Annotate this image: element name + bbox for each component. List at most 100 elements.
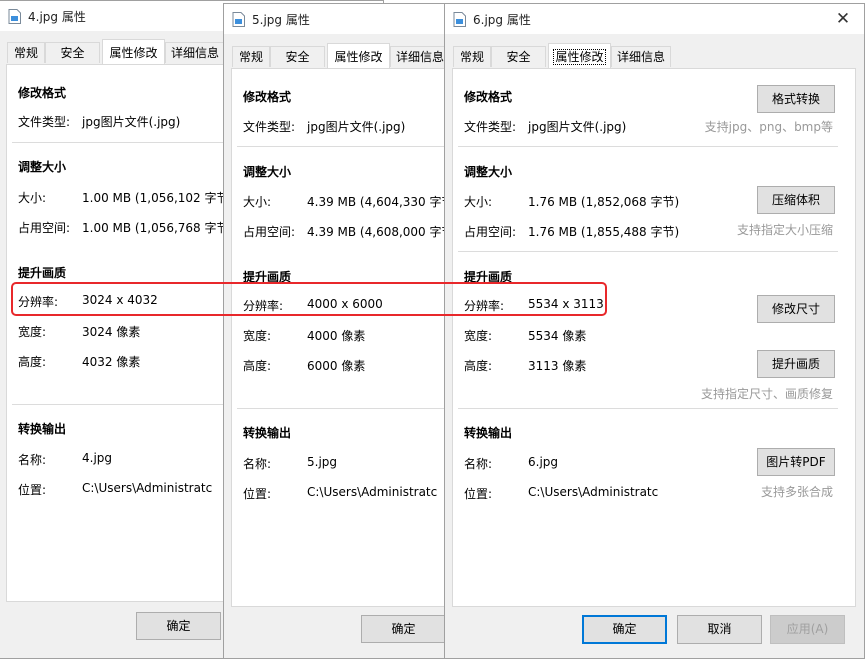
title-bar[interactable]: 6.jpg 属性 ✕ [445,4,864,34]
label-disk: 占用空间: [464,225,517,239]
tab-strip: 常规 安全 属性修改 详细信息 [445,43,864,70]
value-height: 6000 像素 [307,359,366,373]
section-output: 转换输出 [464,426,513,440]
label-height: 高度: [243,359,272,373]
label-location: 位置: [18,483,47,497]
section-format: 修改格式 [18,86,67,100]
cancel-button[interactable]: 取消 [677,615,762,644]
tab-strip: 常规 安全 属性修改 详细信息 [224,43,451,70]
label-disk: 占用空间: [18,221,71,235]
window-title: 4.jpg 属性 [28,10,86,24]
value-size: 1.76 MB (1,852,068 字节) [528,195,680,209]
file-icon [232,12,245,27]
section-size: 调整大小 [18,160,67,174]
label-location: 位置: [243,487,272,501]
label-size: 大小: [243,195,272,209]
label-file-type: 文件类型: [18,115,71,129]
label-width: 宽度: [464,329,493,343]
value-height: 4032 像素 [82,355,141,369]
value-disk: 1.76 MB (1,855,488 字节) [528,225,680,239]
tab-security[interactable]: 安全 [45,42,100,63]
section-quality: 提升画质 [18,266,67,280]
divider [458,146,838,147]
value-size: 4.39 MB (4,604,330 字节) [307,195,452,209]
close-icon[interactable]: ✕ [830,7,856,31]
section-format: 修改格式 [464,90,513,104]
label-height: 高度: [18,355,47,369]
ok-button[interactable]: 确定 [136,612,221,640]
value-location: C:\Users\Administratc [82,481,213,495]
section-quality: 提升画质 [464,270,513,284]
apply-button[interactable]: 应用(A) [770,615,845,644]
tab-details[interactable]: 详细信息 [390,46,450,67]
properties-window-6jpg: 6.jpg 属性 ✕ 常规 安全 属性修改 详细信息 修改格式 文件类型: jp… [444,3,865,659]
tab-attribute-edit[interactable]: 属性修改 [327,43,390,68]
tab-security[interactable]: 安全 [270,46,325,67]
value-resolution: 3024 x 4032 [82,293,158,307]
image-to-pdf-hint: 支持多张合成 [760,485,833,499]
resize-button[interactable]: 修改尺寸 [757,295,835,323]
label-resolution: 分辨率: [464,299,505,313]
compress-hint: 支持指定大小压缩 [736,223,833,237]
tab-panel: 修改格式 文件类型: jpg图片文件(.jpg) 格式转换 支持jpg、png、… [452,68,856,607]
enhance-button[interactable]: 提升画质 [757,350,835,378]
ok-button[interactable]: 确定 [582,615,667,644]
label-name: 名称: [464,457,493,471]
tab-details[interactable]: 详细信息 [165,42,225,63]
divider [458,251,838,252]
tab-attribute-edit[interactable]: 属性修改 [548,43,611,68]
value-location: C:\Users\Administratc [528,485,659,499]
section-output: 转换输出 [243,426,292,440]
value-width: 5534 像素 [528,329,587,343]
label-resolution: 分辨率: [18,295,59,309]
value-name: 4.jpg [82,451,113,465]
label-file-type: 文件类型: [243,120,296,134]
label-name: 名称: [18,453,47,467]
tab-general[interactable]: 常规 [232,46,270,67]
tab-attribute-edit[interactable]: 属性修改 [102,39,165,64]
enhance-hint: 支持指定尺寸、画质修复 [700,387,833,401]
label-size: 大小: [18,191,47,205]
section-size: 调整大小 [464,165,513,179]
title-bar[interactable]: 5.jpg 属性 [224,4,451,34]
value-file-type: jpg图片文件(.jpg) [82,115,181,129]
value-resolution: 4000 x 6000 [307,297,383,311]
image-to-pdf-button[interactable]: 图片转PDF [757,448,835,476]
label-disk: 占用空间: [243,225,296,239]
label-size: 大小: [464,195,493,209]
section-quality: 提升画质 [243,270,292,284]
value-file-type: jpg图片文件(.jpg) [528,120,627,134]
tab-general[interactable]: 常规 [7,42,45,63]
tab-general[interactable]: 常规 [453,46,491,67]
properties-window-5jpg: 5.jpg 属性 常规 安全 属性修改 详细信息 修改格式 文件类型: jpg图… [223,3,452,659]
tab-details[interactable]: 详细信息 [611,46,671,67]
window-title: 6.jpg 属性 [473,13,531,27]
section-output: 转换输出 [18,422,67,436]
value-location: C:\Users\Administratc [307,485,438,499]
ok-button[interactable]: 确定 [361,615,446,643]
tab-panel: 修改格式 文件类型: jpg图片文件(.jpg) 调整大小 大小: 4.39 M… [231,68,452,607]
section-format: 修改格式 [243,90,292,104]
value-disk: 1.00 MB (1,056,768 字节) [82,221,234,235]
compress-button[interactable]: 压缩体积 [757,186,835,214]
value-height: 3113 像素 [528,359,587,373]
label-location: 位置: [464,487,493,501]
value-file-type: jpg图片文件(.jpg) [307,120,406,134]
format-convert-button[interactable]: 格式转换 [757,85,835,113]
label-file-type: 文件类型: [464,120,517,134]
file-icon [453,12,466,27]
value-width: 4000 像素 [307,329,366,343]
divider [458,408,838,409]
section-size: 调整大小 [243,165,292,179]
value-disk: 4.39 MB (4,608,000 字节) [307,225,452,239]
value-width: 3024 像素 [82,325,141,339]
divider [237,408,451,409]
label-width: 宽度: [18,325,47,339]
value-name: 5.jpg [307,455,338,469]
format-convert-hint: 支持jpg、png、bmp等 [704,120,833,134]
window-title: 5.jpg 属性 [252,13,310,27]
tab-security[interactable]: 安全 [491,46,546,67]
value-size: 1.00 MB (1,056,102 字节) [82,191,234,205]
label-resolution: 分辨率: [243,299,284,313]
label-height: 高度: [464,359,493,373]
